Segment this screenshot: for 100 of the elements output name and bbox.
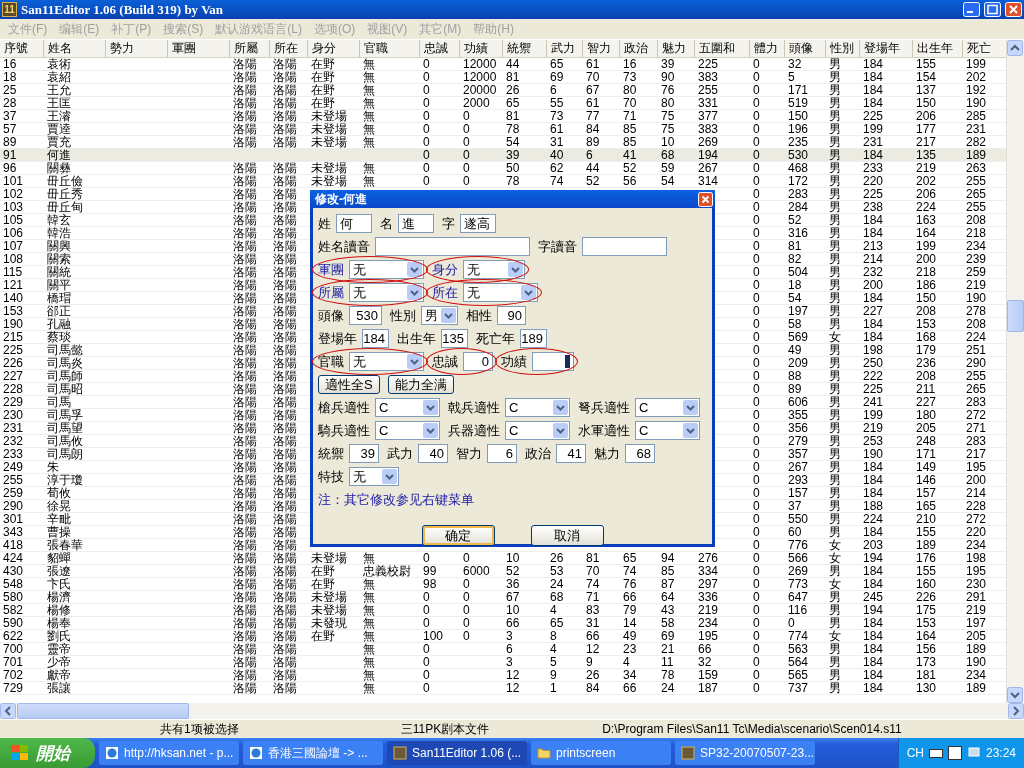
dropdown[interactable]: 无 xyxy=(463,260,525,279)
table-row[interactable]: 430 張遼 洛陽 洛陽 在野 忠義校尉 99 6000 52 53 70 74 85 334 0 269 男 184 155 195 xyxy=(0,565,1006,578)
table-cell-text: 235 xyxy=(787,136,810,149)
table-row[interactable]: 57 賈逵 洛陽 洛陽 未登場 無 0 0 78 61 84 85 75 383 0 196 男 199 177 231 xyxy=(0,123,1006,136)
table-cell-text: 355 xyxy=(787,409,810,422)
table-row[interactable]: 548 卞氏 洛陽 洛陽 在野 無 98 0 36 24 74 76 87 297 0 773 女 184 160 230 xyxy=(0,578,1006,591)
minimize-icon[interactable] xyxy=(963,2,980,17)
table-cell-text: 76 xyxy=(660,84,676,97)
column-header[interactable]: 身分 xyxy=(308,40,360,57)
keyboard-icon[interactable] xyxy=(928,747,943,759)
close-icon[interactable] xyxy=(1005,2,1022,17)
vertical-scrollbar[interactable] xyxy=(1006,40,1024,703)
table-row[interactable]: 622 劉氏 洛陽 洛陽 在野 無 100 0 3 8 66 49 69 195 0 774 女 184 164 205 xyxy=(0,630,1006,643)
text-field[interactable]: 0 xyxy=(463,352,493,371)
table-row[interactable]: 582 楊修 洛陽 洛陽 未登場 無 0 0 10 4 83 79 43 219 0 116 男 194 175 219 xyxy=(0,604,1006,617)
dropdown[interactable]: 男 xyxy=(421,306,458,325)
column-header[interactable]: 登場年 xyxy=(860,40,913,57)
column-header[interactable]: 所屬 xyxy=(230,40,270,57)
text-field[interactable]: 189 xyxy=(520,329,547,348)
dropdown[interactable]: 无 xyxy=(349,352,424,371)
taskbar-button[interactable]: San11Editor 1.06 (... xyxy=(387,741,527,765)
text-field[interactable]: 40 xyxy=(418,444,448,463)
text-field[interactable]: 何 xyxy=(336,214,372,233)
table-cell-text: 184 xyxy=(862,318,885,331)
text-field[interactable]: 進 xyxy=(398,214,434,233)
text-field[interactable]: 90 xyxy=(497,306,526,325)
column-header[interactable]: 魅力 xyxy=(658,40,695,57)
text-field[interactable]: 6 xyxy=(487,444,517,463)
column-header[interactable]: 所在 xyxy=(270,40,308,57)
text-field[interactable]: 68 xyxy=(625,444,655,463)
dropdown[interactable]: 无 xyxy=(349,283,424,302)
column-header[interactable]: 體力 xyxy=(750,40,785,57)
taskbar-button[interactable]: 香港三國論壇 -> ... xyxy=(243,741,383,765)
dropdown[interactable]: C xyxy=(505,398,570,417)
dropdown[interactable]: 无 xyxy=(349,260,424,279)
table-row[interactable]: 25 王允 洛陽 洛陽 在野 無 0 20000 26 6 67 80 76 255 0 171 男 184 137 192 xyxy=(0,84,1006,97)
text-field[interactable]: 135 xyxy=(441,329,468,348)
taskbar-button[interactable]: printscreen xyxy=(531,741,671,765)
text-field[interactable]: 41 xyxy=(556,444,586,463)
action-button[interactable]: 適性全S xyxy=(318,375,380,394)
table-row[interactable]: 590 楊奉 洛陽 洛陽 未發現 無 0 0 66 65 31 14 58 234 0 0 男 184 153 197 xyxy=(0,617,1006,630)
table-row[interactable]: 96 關彝 洛陽 洛陽 未登場 無 0 0 50 62 44 52 59 267 0 468 男 233 219 263 xyxy=(0,162,1006,175)
column-header[interactable]: 功績 xyxy=(460,40,503,57)
dropdown[interactable]: 无 xyxy=(349,467,399,486)
column-header[interactable]: 軍團 xyxy=(168,40,230,57)
column-header[interactable]: 官職 xyxy=(360,40,420,57)
table-row[interactable]: 729 張讓 洛陽 洛陽 無 0 12 1 84 66 24 187 0 737 男 184 130 189 xyxy=(0,682,1006,695)
table-row[interactable]: 580 楊濟 洛陽 洛陽 未登場 無 0 0 67 68 71 66 64 336 0 647 男 245 226 291 xyxy=(0,591,1006,604)
maximize-icon[interactable] xyxy=(984,2,1001,17)
taskbar-button[interactable]: SP32-20070507-23... xyxy=(675,741,815,765)
table-row[interactable]: 424 貂蟬 洛陽 洛陽 未登場 無 0 0 10 26 81 65 94 276 0 566 女 194 176 198 xyxy=(0,552,1006,565)
action-button[interactable]: 能力全满 xyxy=(387,375,454,394)
table-cell-text: 26 xyxy=(585,669,601,682)
table-row[interactable]: 16 袁術 洛陽 洛陽 在野 無 0 12000 44 65 61 16 39 225 0 32 男 184 155 199 xyxy=(0,58,1006,71)
column-header[interactable]: 忠誠 xyxy=(420,40,460,57)
dropdown[interactable]: 无 xyxy=(463,283,538,302)
column-header[interactable]: 五圍和 xyxy=(695,40,750,57)
column-header[interactable]: 統禦 xyxy=(503,40,547,57)
dialog-button[interactable]: 取消 xyxy=(530,525,604,546)
table-row[interactable]: 702 獻帝 洛陽 洛陽 無 0 12 9 26 34 78 159 0 565 男 184 181 234 xyxy=(0,669,1006,682)
table-row[interactable]: 37 王濬 洛陽 洛陽 未登場 無 0 0 81 73 77 71 75 377 0 150 男 225 206 285 xyxy=(0,110,1006,123)
text-field[interactable]: 184 xyxy=(362,329,389,348)
column-header[interactable]: 勢力 xyxy=(106,40,168,57)
horizontal-scrollbar[interactable] xyxy=(0,703,1024,719)
text-field[interactable]: 39 xyxy=(349,444,379,463)
text-field[interactable] xyxy=(582,237,667,256)
text-field[interactable] xyxy=(532,352,574,371)
dropdown[interactable]: C xyxy=(635,398,700,417)
column-header[interactable]: 智力 xyxy=(583,40,620,57)
table-cell-text: 24 xyxy=(660,682,676,695)
scroll-right-icon[interactable] xyxy=(1008,703,1024,719)
dropdown[interactable]: C xyxy=(635,421,700,440)
column-header[interactable]: 政治 xyxy=(620,40,658,57)
dropdown[interactable]: C xyxy=(375,421,440,440)
scroll-up-icon[interactable] xyxy=(1007,40,1023,56)
text-field[interactable]: 530 xyxy=(349,306,382,325)
column-header[interactable]: 武力 xyxy=(547,40,583,57)
dialog-button[interactable]: 确定 xyxy=(421,525,495,546)
column-header[interactable]: 性別 xyxy=(826,40,860,57)
table-row[interactable]: 18 袁紹 洛陽 洛陽 在野 無 0 12000 81 69 70 73 90 383 0 5 男 184 154 202 xyxy=(0,71,1006,84)
table-cell-text: 洛陽 xyxy=(232,435,258,448)
column-header[interactable]: 序號 xyxy=(0,40,44,57)
table-row[interactable]: 91 何進 0 0 39 40 6 41 68 194 0 530 男 184 135 189 xyxy=(0,149,1006,162)
column-header[interactable]: 姓名 xyxy=(44,40,106,57)
scroll-down-icon[interactable] xyxy=(1007,687,1023,703)
scroll-left-icon[interactable] xyxy=(0,703,16,719)
table-row[interactable]: 101 毌丘儉 洛陽 洛陽 未登場 無 0 0 78 74 52 56 54 314 0 172 男 220 202 255 xyxy=(0,175,1006,188)
dropdown[interactable]: C xyxy=(505,421,570,440)
text-field[interactable]: 遂高 xyxy=(460,214,496,233)
column-header[interactable]: 出生年 xyxy=(913,40,963,57)
column-header[interactable]: 頭像 xyxy=(785,40,826,57)
table-row[interactable]: 700 靈帝 洛陽 洛陽 無 0 6 4 12 23 21 66 0 563 男 184 156 189 xyxy=(0,643,1006,656)
taskbar-button[interactable]: http://hksan.net - p... xyxy=(99,741,239,765)
scroll-thumb[interactable] xyxy=(1007,300,1024,332)
text-field[interactable] xyxy=(375,237,530,256)
table-row[interactable]: 28 王匡 洛陽 洛陽 在野 無 0 2000 65 55 61 70 80 331 0 519 男 184 150 190 xyxy=(0,97,1006,110)
table-row[interactable]: 701 少帝 洛陽 洛陽 無 0 3 5 9 4 11 32 0 564 男 184 173 190 xyxy=(0,656,1006,669)
scroll-thumb[interactable] xyxy=(17,703,189,719)
close-icon[interactable] xyxy=(698,191,713,207)
dropdown[interactable]: C xyxy=(375,398,440,417)
